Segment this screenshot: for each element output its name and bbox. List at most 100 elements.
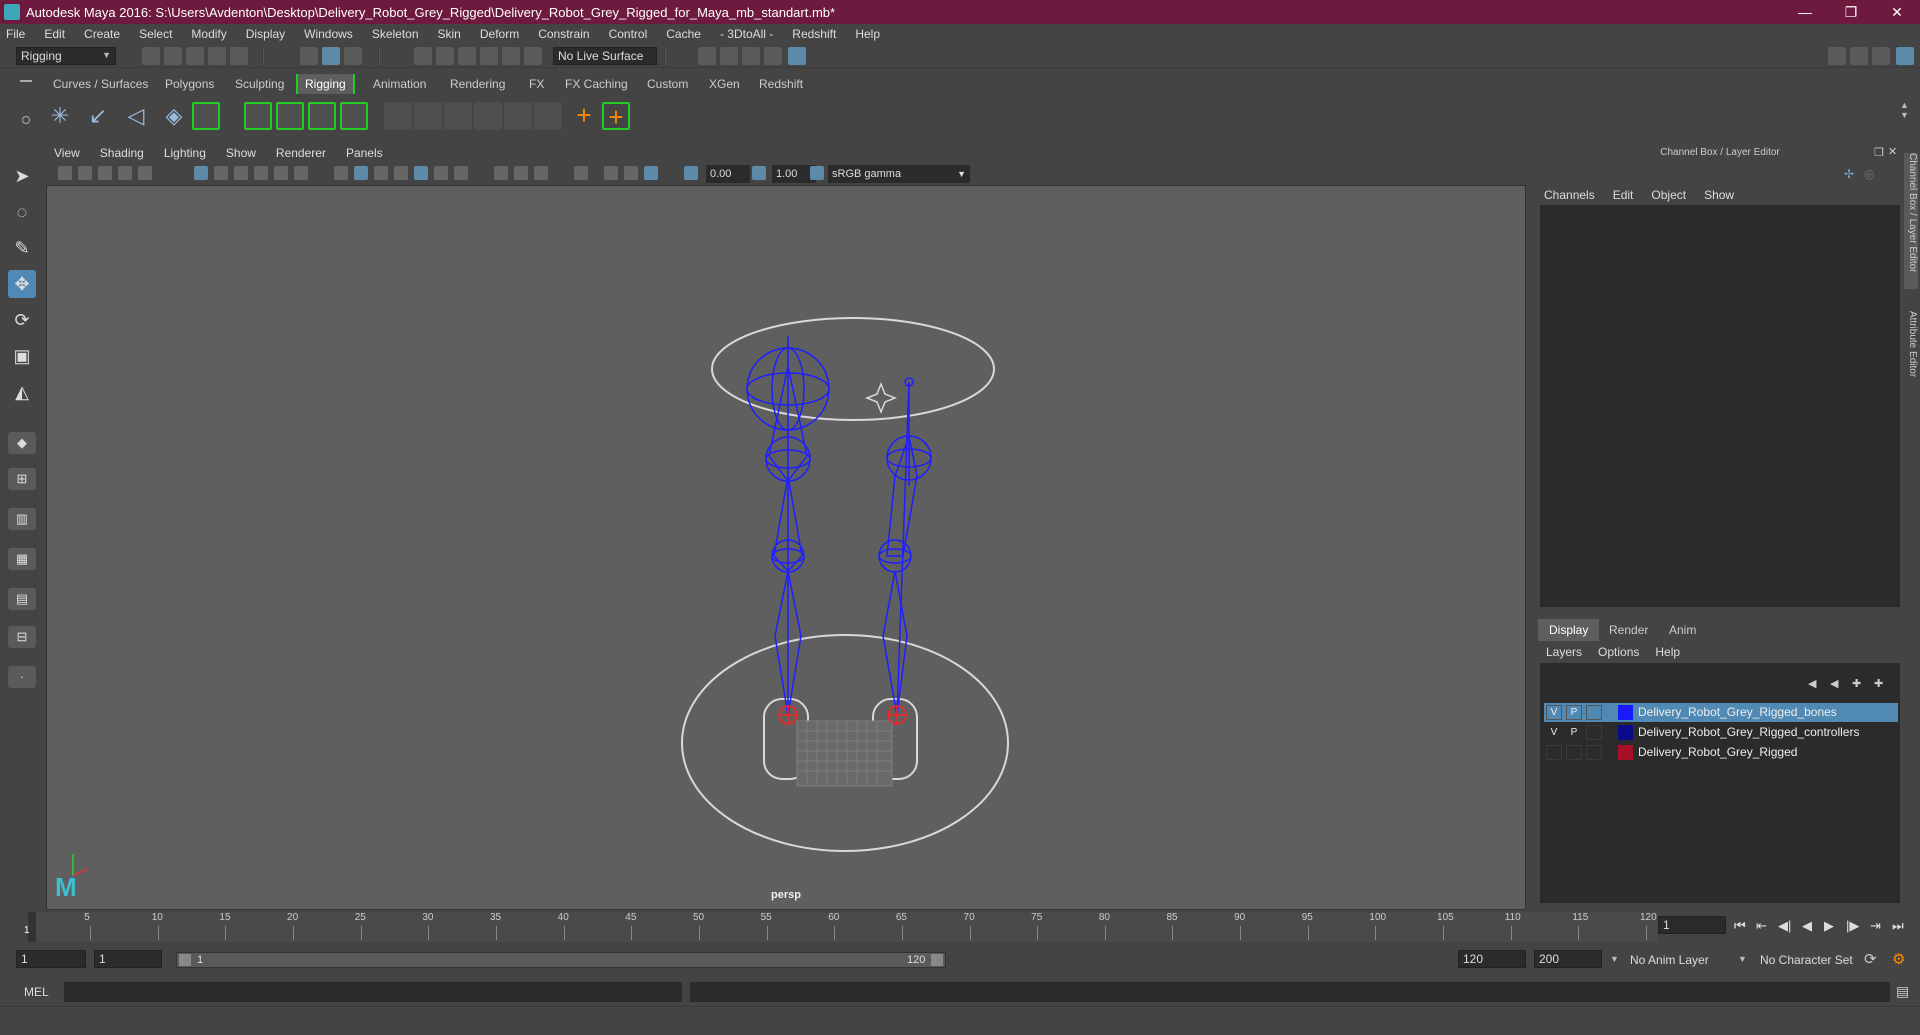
shelf-tab-xgen[interactable]: XGen: [702, 74, 747, 94]
menu-skeleton[interactable]: Skeleton: [372, 27, 419, 41]
vp-menu-lighting[interactable]: Lighting: [164, 146, 206, 160]
camera-select-icon[interactable]: [58, 166, 72, 180]
exposure-field[interactable]: 0.00: [706, 165, 750, 183]
shelf-tab-fx-caching[interactable]: FX Caching: [558, 74, 635, 94]
ik-spline-icon[interactable]: ◁: [122, 102, 150, 130]
shelf-menu-icon[interactable]: [20, 80, 32, 82]
axis-toggle-icon[interactable]: ✢: [1844, 167, 1854, 181]
scale-tool-icon[interactable]: ▣: [8, 342, 36, 370]
snap-view-plane-icon[interactable]: [480, 47, 498, 65]
layer-playback-toggle[interactable]: P: [1566, 725, 1582, 740]
shelf-tab-sculpting[interactable]: Sculpting: [228, 74, 291, 94]
orient-joint-icon[interactable]: [384, 102, 412, 130]
lasso-tool-icon[interactable]: ◌: [8, 198, 36, 226]
shelf-tab-rigging[interactable]: Rigging: [296, 74, 355, 94]
lattice-icon[interactable]: [192, 102, 220, 130]
menu-help[interactable]: Help: [855, 27, 880, 41]
le-menu-options[interactable]: Options: [1598, 645, 1639, 659]
two-pane-icon[interactable]: ▥: [8, 508, 36, 530]
skin-bind-icon[interactable]: [244, 102, 272, 130]
locator-icon[interactable]: +: [570, 102, 598, 130]
color-management-icon[interactable]: [810, 166, 824, 180]
workspace-icon[interactable]: [1828, 47, 1846, 65]
menu-modify[interactable]: Modify: [191, 27, 226, 41]
new-layer-icon[interactable]: ✚: [1852, 677, 1861, 690]
mirror-joint-icon[interactable]: [414, 102, 442, 130]
script-editor-icon[interactable]: ▤: [1896, 983, 1909, 1000]
orient-constraint-icon[interactable]: [504, 102, 532, 130]
aim-constraint-icon[interactable]: [534, 102, 562, 130]
layer-color-swatch[interactable]: [1618, 745, 1633, 760]
channel-box-toggle-icon[interactable]: [1896, 47, 1914, 65]
menu-3dtoall[interactable]: - 3DtoAll -: [720, 27, 773, 41]
layer-row-controllers[interactable]: V P Delivery_Robot_Grey_Rigged_controlle…: [1544, 723, 1898, 742]
xray-joints-icon[interactable]: [434, 166, 448, 180]
outliner-layout-icon[interactable]: ▤: [8, 588, 36, 610]
end-time-field[interactable]: 200: [1534, 950, 1602, 968]
ambient-occlusion-icon[interactable]: [534, 166, 548, 180]
step-back-frame-icon[interactable]: ◀|: [1778, 918, 1791, 934]
soft-select-icon[interactable]: ◆: [8, 432, 36, 454]
channel-box-body[interactable]: [1540, 205, 1900, 607]
command-input[interactable]: [64, 982, 682, 1002]
viewport-persp[interactable]: M persp: [46, 185, 1526, 910]
layer-color-swatch[interactable]: [1618, 725, 1633, 740]
paint-weights-icon[interactable]: [308, 102, 336, 130]
safe-title-icon[interactable]: [294, 166, 308, 180]
motion-blur-icon[interactable]: [624, 166, 638, 180]
gate-mask-icon[interactable]: [234, 166, 248, 180]
range-slider[interactable]: 1 120: [176, 952, 946, 968]
close-button[interactable]: ✕: [1874, 4, 1920, 21]
shelf-tab-redshift[interactable]: Redshift: [752, 74, 810, 94]
play-backwards-icon[interactable]: ◀: [1802, 918, 1812, 934]
step-forward-key-icon[interactable]: ⇥: [1870, 918, 1881, 934]
animation-prefs-icon[interactable]: ⚙: [1892, 950, 1905, 968]
range-end-handle[interactable]: [931, 954, 943, 966]
menu-file[interactable]: File: [6, 27, 25, 41]
anti-alias-icon[interactable]: [644, 166, 658, 180]
select-component-icon[interactable]: [344, 47, 362, 65]
layer-display-type[interactable]: [1586, 705, 1602, 720]
time-slider[interactable]: 5 10 15 20 25 30 35 40 45 50 55 60 65 70 75 80 85 90 95 100…: [0, 910, 1920, 942]
vp-menu-show[interactable]: Show: [226, 146, 256, 160]
new-layer-selected-icon[interactable]: ✚: [1874, 677, 1883, 690]
playback-start-field[interactable]: 1: [94, 950, 162, 968]
playback-end-field[interactable]: 120: [1458, 950, 1526, 968]
exposure-icon[interactable]: [684, 166, 698, 180]
resolution-gate-icon[interactable]: [214, 166, 228, 180]
le-menu-help[interactable]: Help: [1655, 645, 1680, 659]
shadows-icon[interactable]: [514, 166, 528, 180]
point-constraint-icon[interactable]: [474, 102, 502, 130]
auto-key-icon[interactable]: ◎: [1864, 167, 1874, 181]
safe-action-icon[interactable]: [274, 166, 288, 180]
side-tab-attribute-editor[interactable]: Attribute Editor: [1904, 311, 1918, 377]
layer-playback-toggle[interactable]: P: [1566, 705, 1582, 720]
menu-create[interactable]: Create: [84, 27, 120, 41]
grid-icon[interactable]: [138, 166, 152, 180]
paint-select-icon[interactable]: ✎: [8, 234, 36, 262]
cb-menu-show[interactable]: Show: [1704, 188, 1734, 202]
select-object-icon[interactable]: [322, 47, 340, 65]
xray-icon[interactable]: [414, 166, 428, 180]
go-to-end-icon[interactable]: ⏭: [1892, 918, 1904, 934]
bookmark-icon[interactable]: [98, 166, 112, 180]
move-layer-up-icon[interactable]: ◀: [1808, 677, 1816, 690]
float-panel-icon[interactable]: ❐: [1874, 146, 1884, 159]
layer-playback-toggle[interactable]: [1566, 745, 1582, 760]
play-forwards-icon[interactable]: ▶: [1824, 918, 1834, 934]
snap-live-icon[interactable]: [502, 47, 520, 65]
ipr-render-icon[interactable]: [742, 47, 760, 65]
hud-icon[interactable]: [604, 166, 618, 180]
layer-visibility-toggle[interactable]: [1546, 745, 1562, 760]
image-plane-icon[interactable]: [118, 166, 132, 180]
four-pane-icon[interactable]: ▦: [8, 548, 36, 570]
open-scene-icon[interactable]: [164, 47, 182, 65]
vp-menu-renderer[interactable]: Renderer: [276, 146, 326, 160]
layout-icon[interactable]: [1850, 47, 1868, 65]
shelf-tab-curves-surfaces[interactable]: Curves / Surfaces: [46, 74, 155, 94]
redo-icon[interactable]: [230, 47, 248, 65]
maximize-button[interactable]: ❐: [1828, 4, 1874, 21]
render-settings-icon[interactable]: [698, 47, 716, 65]
toolbox-more-icon[interactable]: ·: [8, 666, 36, 688]
chevron-down-icon[interactable]: ▼: [1738, 954, 1747, 964]
